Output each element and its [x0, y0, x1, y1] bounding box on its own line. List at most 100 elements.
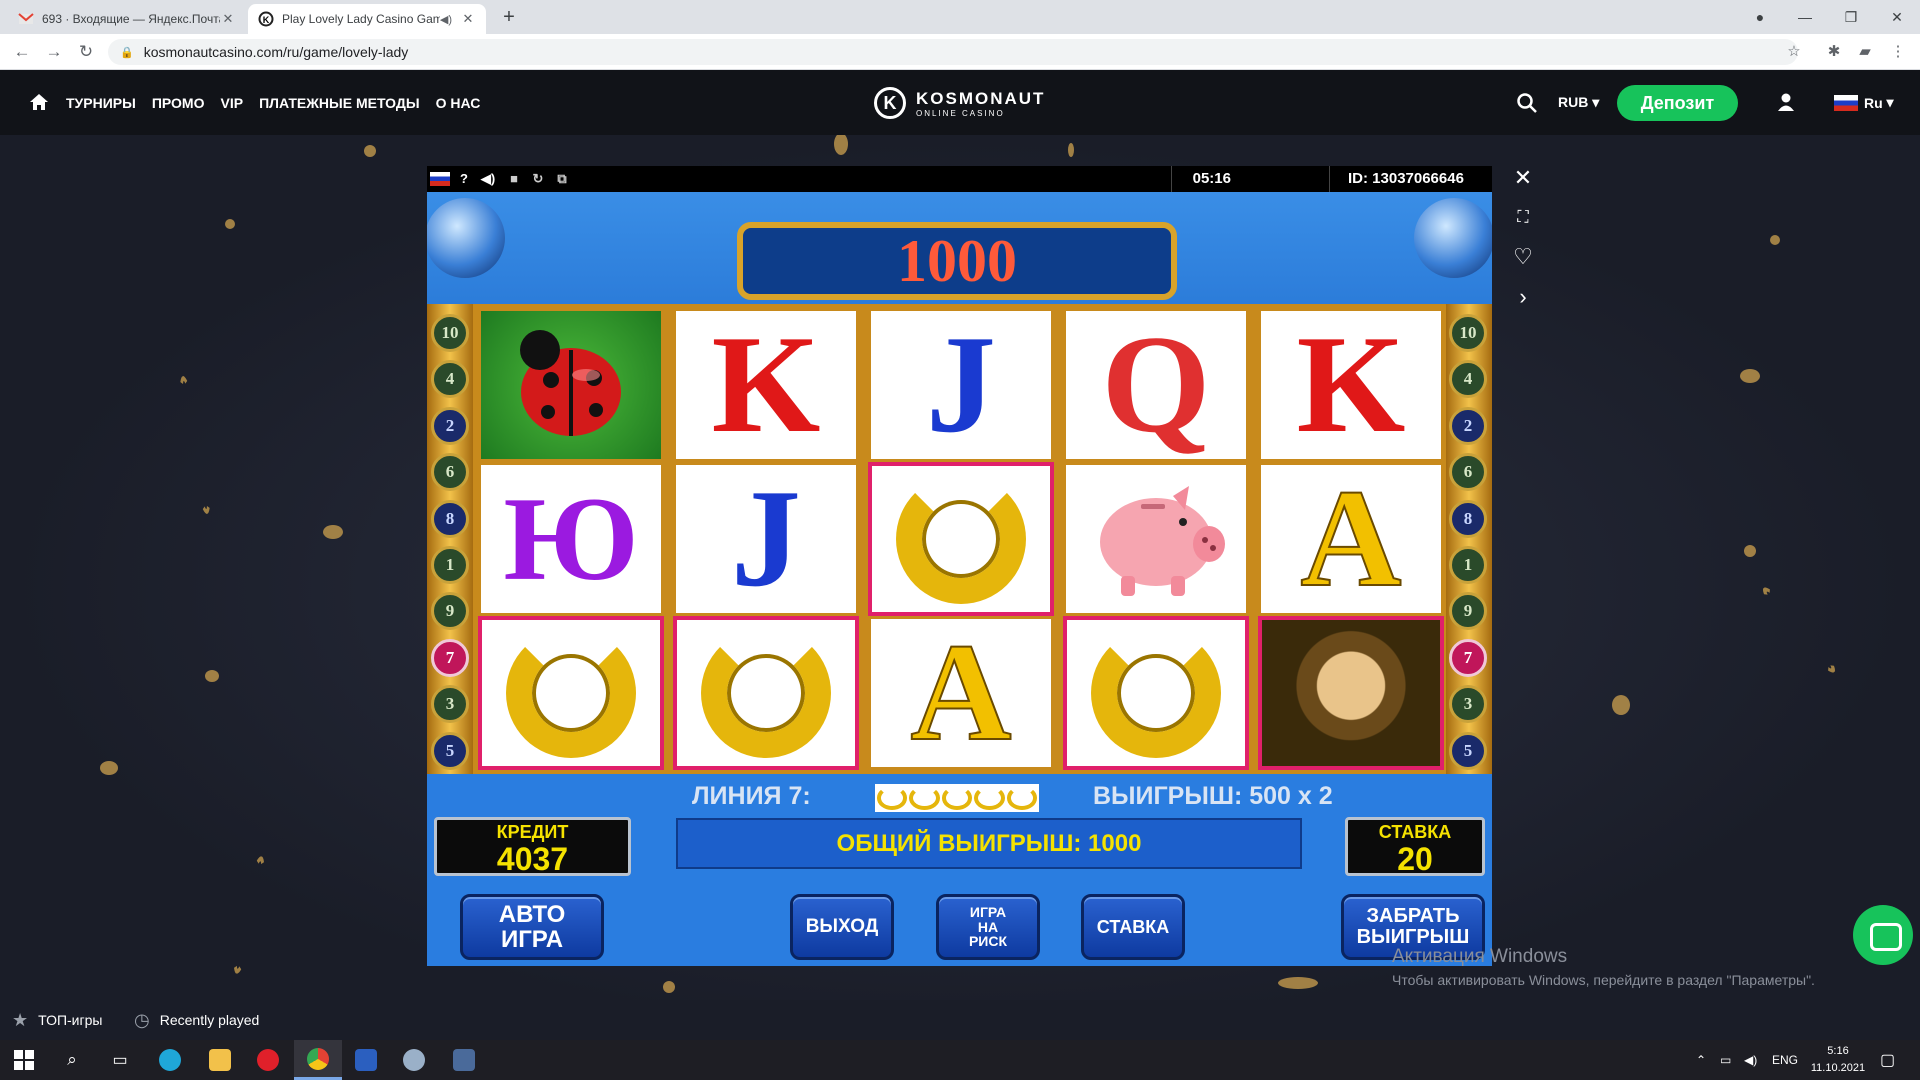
window-mode-icon[interactable]: ⧉ — [553, 170, 571, 188]
top-games-link[interactable]: ★ ТОП-игры — [12, 1000, 102, 1040]
new-tab-button[interactable]: + — [498, 6, 520, 28]
search-icon[interactable]: ⌕ — [48, 1040, 96, 1080]
exit-button[interactable]: ВЫХОД — [790, 894, 894, 960]
back-icon[interactable]: ← — [10, 40, 34, 64]
opera-browser-icon[interactable] — [244, 1040, 292, 1080]
logo-subtitle: ONLINE CASINO — [916, 108, 1005, 118]
bar-divider — [1329, 166, 1330, 192]
streamer-decoration — [227, 854, 271, 976]
task-view-icon[interactable]: ▭ — [96, 1040, 144, 1080]
menu-item-about[interactable]: О НАС — [436, 95, 481, 111]
control-panel: ЛИНИЯ 7: ВЫИГРЫШ: 500 x 2 КРЕДИТ 4037 ОБ… — [427, 774, 1492, 966]
tab-yandex-mail[interactable]: 693 · Входящие — Яндекс.Почта ✕ — [8, 4, 246, 34]
confetti-decoration — [100, 761, 118, 775]
credit-display: КРЕДИТ 4037 — [434, 817, 631, 876]
calculator-app-icon[interactable] — [440, 1040, 488, 1080]
tab-audio-icon[interactable]: ◀) — [440, 13, 452, 26]
tab-lovely-lady[interactable]: K Play Lovely Lady Casino Game ◀) ✕ — [248, 4, 486, 34]
language-flag-icon[interactable] — [430, 172, 450, 186]
button-label: РИСК — [968, 933, 1008, 950]
notifications-icon[interactable]: ▢ — [1880, 1040, 1895, 1080]
reel-symbol-king: K — [673, 308, 859, 462]
menu-item-payment-methods[interactable]: ПЛАТЕЖНЫЕ МЕТОДЫ — [259, 95, 419, 111]
site-logo[interactable]: K KOSMONAUT ONLINE CASINO — [874, 86, 1045, 120]
menu-item-promo[interactable]: ПРОМО — [152, 95, 205, 111]
currency-selector[interactable]: RUB ▾ — [1558, 70, 1599, 135]
sound-icon[interactable]: ◀) — [479, 170, 497, 188]
bookmark-star-icon[interactable]: ☆ — [1782, 40, 1806, 64]
payline-number-active: 7 — [1449, 639, 1487, 677]
reel-symbol-ladybug — [478, 308, 664, 462]
close-game-icon[interactable]: ✕ — [1509, 164, 1537, 192]
edge-browser-icon[interactable] — [146, 1040, 194, 1080]
close-tab-icon[interactable]: ✕ — [220, 11, 236, 27]
help-icon[interactable]: ? — [455, 170, 473, 188]
word-app-icon[interactable] — [342, 1040, 390, 1080]
deposit-button[interactable]: Депозит — [1617, 85, 1738, 121]
paint-app-icon[interactable] — [390, 1040, 438, 1080]
confetti-decoration — [323, 525, 343, 539]
game-clock: 05:16 — [1192, 170, 1231, 187]
stake-button[interactable]: СТАВКА — [1081, 894, 1185, 960]
close-window-button[interactable]: ✕ — [1874, 0, 1920, 34]
slot-game[interactable]: ? ◀) ■ ↻ ⧉ 05:16 ID: 13037066646 1000 10… — [427, 166, 1492, 966]
browser-menu-icon[interactable]: ⋮ — [1886, 40, 1910, 64]
address-bar[interactable]: 🔒 kosmonautcasino.com/ru/game/lovely-lad… — [108, 39, 1798, 65]
menu-item-tournaments[interactable]: ТУРНИРЫ — [66, 95, 136, 111]
input-language[interactable]: ENG — [1772, 1040, 1798, 1080]
credit-label: КРЕДИТ — [496, 822, 569, 842]
wallet-extension-icon[interactable]: ▰ — [1853, 40, 1877, 64]
game-session-id: ID: 13037066646 — [1348, 170, 1464, 187]
menu-item-vip[interactable]: VIP — [221, 95, 244, 111]
fullscreen-icon[interactable]: ⛶ — [1509, 204, 1537, 232]
chrome-browser-icon[interactable] — [294, 1040, 342, 1080]
favorite-heart-icon[interactable]: ♡ — [1509, 243, 1537, 271]
minimize-button[interactable]: — — [1782, 0, 1828, 34]
reel-symbol-horseshoe — [478, 616, 664, 770]
total-win-display: ОБЩИЙ ВЫИГРЫШ: 1000 — [676, 818, 1302, 869]
symbol-text: K — [1296, 308, 1406, 462]
confetti-decoration — [663, 981, 675, 993]
user-icon[interactable] — [1776, 92, 1796, 112]
confetti-decoration — [1278, 977, 1318, 989]
confetti-decoration — [1740, 369, 1760, 383]
restore-button[interactable]: ❐ — [1828, 0, 1874, 34]
credit-value: 4037 — [496, 841, 569, 877]
activation-subtitle: Чтобы активировать Windows, перейдите в … — [1392, 972, 1815, 988]
lock-icon[interactable]: 🔒 — [120, 46, 134, 59]
close-tab-icon[interactable]: ✕ — [460, 11, 476, 27]
piggy-bank-icon — [1100, 486, 1225, 596]
reel-symbol-jack: J — [868, 308, 1054, 462]
tray-chevron-icon[interactable]: ⌃ — [1696, 1040, 1706, 1080]
live-chat-button[interactable] — [1853, 905, 1913, 965]
replay-icon[interactable]: ↻ — [529, 170, 547, 188]
volume-icon[interactable]: ◀) — [1744, 1040, 1757, 1080]
site-header: ТУРНИРЫ ПРОМО VIP ПЛАТЕЖНЫЕ МЕТОДЫ О НАС… — [0, 70, 1920, 135]
gamble-button[interactable]: ИГРА НА РИСК — [936, 894, 1040, 960]
forward-icon[interactable]: → — [42, 40, 66, 64]
windows-start-icon[interactable] — [0, 1040, 48, 1080]
language-selector[interactable]: Ru ▾ — [1834, 70, 1894, 135]
network-icon[interactable]: ▭ — [1720, 1040, 1731, 1080]
autoplay-button[interactable]: АВТО ИГРА — [460, 894, 604, 960]
search-icon[interactable] — [1516, 92, 1538, 114]
reel-symbol-yu: Ю — [478, 462, 664, 616]
chevron-down-icon: ▾ — [1592, 94, 1600, 110]
payline-number: 6 — [431, 453, 469, 491]
bet-display: СТАВКА 20 — [1345, 817, 1485, 876]
settings-square-icon[interactable]: ■ — [505, 170, 523, 188]
activation-title: Активация Windows — [1392, 946, 1568, 967]
confetti-decoration — [1744, 545, 1756, 557]
reload-icon[interactable]: ↻ — [74, 40, 98, 64]
taskbar-clock[interactable]: 5:16 11.10.2021 — [1802, 1043, 1874, 1077]
recently-played-link[interactable]: ◷ Recently played — [134, 1000, 259, 1040]
browser-tab-strip: 693 · Входящие — Яндекс.Почта ✕ K Play L… — [0, 0, 1920, 34]
extensions-icon[interactable]: ✱ — [1822, 40, 1846, 64]
home-icon[interactable] — [28, 91, 50, 113]
next-game-icon[interactable]: › — [1509, 283, 1537, 311]
svg-text:K: K — [263, 15, 270, 25]
profile-icon[interactable]: ● — [1737, 0, 1783, 34]
button-label: НА — [977, 918, 999, 935]
win-amount-display: 1000 — [737, 222, 1177, 300]
file-explorer-icon[interactable] — [196, 1040, 244, 1080]
